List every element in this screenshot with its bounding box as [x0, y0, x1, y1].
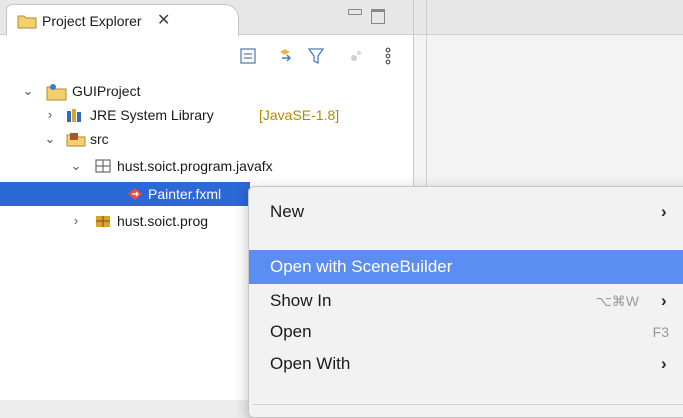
menu-item-show-in[interactable]: Show In ⌥⌘W ›	[249, 284, 683, 318]
jre-version-decoration: [JavaSE-1.8]	[259, 107, 340, 123]
library-icon	[66, 107, 84, 123]
shortcut-label: F3	[652, 324, 669, 340]
menu-item-label: Show In	[270, 291, 332, 310]
menu-item-new[interactable]: New ›	[249, 195, 683, 229]
package-icon	[94, 158, 112, 174]
maximize-icon[interactable]	[371, 9, 385, 24]
tree-item-jre[interactable]: › JRE System Library [JavaSE-1.8]	[0, 104, 400, 126]
menu-item-open-with-scenebuilder[interactable]: Open with SceneBuilder	[249, 250, 683, 284]
tree-item-label: JRE System Library	[90, 107, 214, 123]
tab-title: Project Explorer	[42, 13, 142, 29]
menu-item-label: Open with SceneBuilder	[270, 257, 453, 276]
chevron-down-icon[interactable]: ⌄	[44, 128, 56, 150]
menu-separator	[253, 404, 683, 405]
filter-icon[interactable]	[306, 46, 328, 66]
tree-item-package2[interactable]: › hust.soict.prog	[0, 210, 250, 232]
menu-item-open[interactable]: Open F3	[249, 315, 683, 349]
project-explorer-tab[interactable]: Project Explorer ✕	[6, 4, 230, 36]
menu-item-open-with[interactable]: Open With ›	[249, 347, 683, 381]
tree-item-src[interactable]: ⌄ src	[0, 128, 400, 150]
chevron-right-icon[interactable]: ›	[44, 104, 56, 126]
tree-item-label: hust.soict.prog	[117, 213, 209, 229]
chevron-right-icon[interactable]: ›	[70, 210, 82, 232]
chevron-down-icon[interactable]: ⌄	[70, 155, 82, 177]
package-icon	[94, 213, 112, 229]
chevron-right-icon: ›	[661, 354, 667, 373]
collapse-all-icon[interactable]	[238, 46, 260, 66]
context-menu: New › Open with SceneBuilder Show In ⌥⌘W…	[248, 186, 683, 418]
tree-item-file-selected[interactable]: Painter.fxml	[0, 183, 250, 205]
tree-item-label: GUIProject	[72, 83, 141, 99]
tab-edge	[214, 4, 239, 36]
menu-item-label: New	[270, 202, 305, 221]
chevron-right-icon: ›	[661, 291, 667, 310]
view-tab-bar: Project Explorer ✕	[0, 0, 413, 36]
tree-item-label: hust.soict.program.javafx	[117, 158, 273, 174]
tree-item-label: Painter.fxml	[148, 186, 222, 202]
menu-item-label: Open With	[270, 354, 351, 373]
tree-item-package[interactable]: ⌄ hust.soict.program.javafx	[0, 155, 400, 177]
project-icon	[46, 83, 67, 101]
view-toolbar	[0, 36, 413, 74]
link-with-editor-icon[interactable]	[276, 46, 298, 66]
close-icon[interactable]: ✕	[157, 10, 170, 30]
view-menu-icon[interactable]	[378, 46, 400, 66]
focus-icon[interactable]	[346, 46, 368, 66]
chevron-down-icon[interactable]: ⌄	[22, 80, 34, 102]
source-folder-icon	[66, 131, 86, 147]
folder-icon	[17, 13, 37, 34]
minimize-icon[interactable]	[348, 9, 362, 15]
menu-item-label: Open	[270, 322, 312, 341]
tree-item-label: src	[90, 131, 109, 147]
editor-tab-bar	[414, 0, 683, 35]
tree-item-project[interactable]: ⌄ GUIProject	[0, 80, 400, 102]
shortcut-label: ⌥⌘W	[595, 293, 639, 309]
fxml-file-icon	[126, 186, 144, 202]
chevron-right-icon: ›	[661, 202, 667, 221]
